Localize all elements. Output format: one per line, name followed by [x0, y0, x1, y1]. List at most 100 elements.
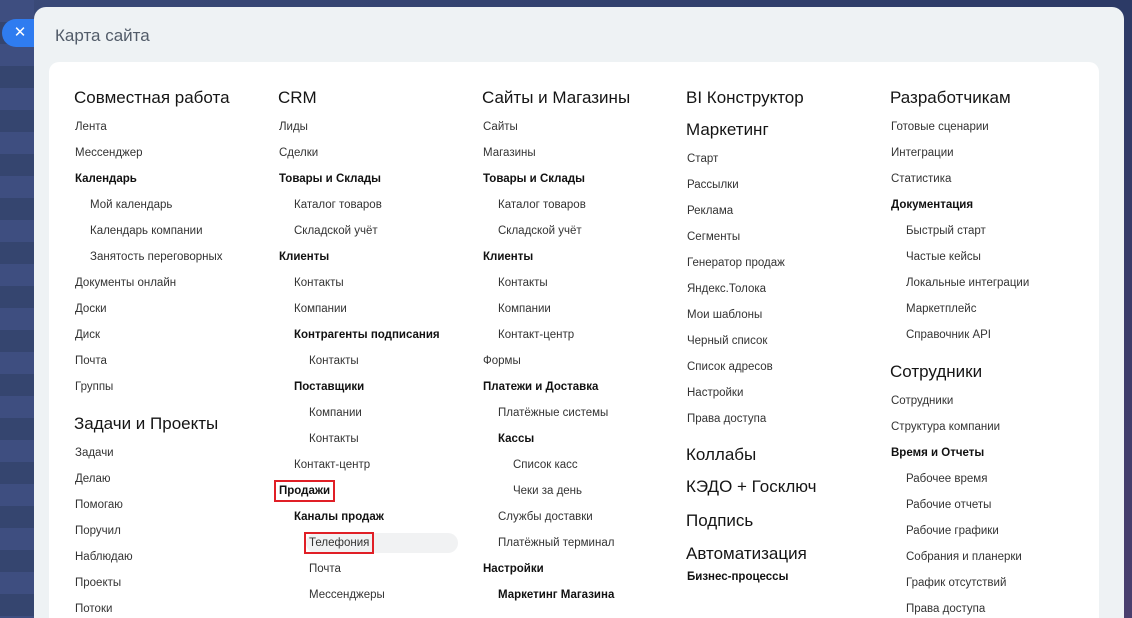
menu-item[interactable]: Занятость переговорных — [74, 244, 274, 270]
menu-item[interactable]: Маркетплейс — [890, 296, 1090, 322]
section-heading[interactable]: Разработчикам — [890, 88, 1090, 108]
section-heading[interactable]: КЭДО + Госключ — [686, 477, 886, 497]
menu-item[interactable]: Доски — [74, 296, 274, 322]
menu-item[interactable]: Собрания и планерки — [890, 544, 1090, 570]
menu-item[interactable]: Структура компании — [890, 414, 1090, 440]
menu-item[interactable]: Мессенджеры — [278, 582, 478, 608]
menu-item[interactable]: Права доступа — [686, 406, 886, 432]
menu-item[interactable]: Контакты — [278, 426, 478, 452]
menu-item[interactable]: Почта — [74, 348, 274, 374]
menu-group[interactable]: Документация — [890, 192, 1090, 218]
menu-item[interactable]: Рассылки — [686, 172, 886, 198]
menu-group[interactable]: Кассы — [482, 426, 682, 452]
menu-group[interactable]: Товары и Склады — [278, 166, 478, 192]
menu-item[interactable]: Делаю — [74, 466, 274, 492]
menu-item[interactable]: Мессенджер — [74, 140, 274, 166]
menu-item[interactable]: Справочник API — [890, 322, 1090, 348]
menu-group[interactable]: Клиенты — [482, 244, 682, 270]
menu-group[interactable]: Каналы продаж — [278, 504, 478, 530]
menu-item[interactable]: Список касс — [482, 452, 682, 478]
menu-item[interactable]: Задачи — [74, 440, 274, 466]
menu-group[interactable]: Время и Отчеты — [890, 440, 1090, 466]
menu-item[interactable]: Права доступа — [890, 596, 1090, 618]
close-icon: ✕ — [13, 24, 27, 41]
menu-group[interactable]: Календарь — [74, 166, 274, 192]
menu-item[interactable]: Почта — [278, 556, 478, 582]
menu-item[interactable]: Генератор продаж — [686, 250, 886, 276]
menu-item[interactable]: Сотрудники — [890, 388, 1090, 414]
menu-group-sales[interactable]: Продажи — [273, 478, 478, 504]
menu-item[interactable]: Лиды — [278, 114, 478, 140]
section-heading[interactable]: Коллабы — [686, 445, 886, 465]
menu-item[interactable]: Помогаю — [74, 492, 274, 518]
menu-item[interactable]: Локальные интеграции — [890, 270, 1090, 296]
menu-group[interactable]: Контрагенты подписания — [278, 322, 478, 348]
menu-item[interactable]: Контакт-центр — [482, 322, 682, 348]
menu-item[interactable]: Контакты — [278, 270, 478, 296]
section-heading[interactable]: BI Конструктор — [686, 88, 886, 108]
menu-item[interactable]: Контакты — [278, 348, 478, 374]
menu-item[interactable]: Магазины — [482, 140, 682, 166]
menu-item[interactable]: Диск — [74, 322, 274, 348]
menu-item[interactable]: Интеграции — [890, 140, 1090, 166]
menu-item[interactable]: Контакты — [482, 270, 682, 296]
menu-item[interactable]: Складской учёт — [278, 218, 478, 244]
section-heading[interactable]: Сотрудники — [890, 362, 1090, 382]
menu-item[interactable]: Чеки за день — [482, 478, 682, 504]
menu-group[interactable]: Товары и Склады — [482, 166, 682, 192]
menu-item[interactable]: Реклама — [686, 198, 886, 224]
menu-item[interactable]: Каталог товаров — [278, 192, 478, 218]
menu-group[interactable]: Бизнес-процессы — [686, 570, 886, 588]
menu-item[interactable]: Каталог товаров — [482, 192, 682, 218]
menu-group[interactable]: Клиенты — [278, 244, 478, 270]
menu-group[interactable]: Маркетинг Магазина — [482, 582, 682, 608]
menu-group[interactable]: Платежи и Доставка — [482, 374, 682, 400]
menu-item[interactable]: Список адресов — [686, 354, 886, 380]
menu-item[interactable]: Мой календарь — [74, 192, 274, 218]
menu-item[interactable]: Статистика — [890, 166, 1090, 192]
menu-item[interactable]: Наблюдаю — [74, 544, 274, 570]
menu-item[interactable]: Проекты — [74, 570, 274, 596]
menu-group[interactable]: Настройки — [482, 556, 682, 582]
menu-item[interactable]: Группы — [74, 374, 274, 400]
menu-item[interactable]: Поручил — [74, 518, 274, 544]
menu-item[interactable]: Настройки — [686, 380, 886, 406]
menu-item[interactable]: Рабочее время — [890, 466, 1090, 492]
close-button[interactable]: ✕ — [2, 19, 36, 47]
menu-item[interactable]: Сегменты — [686, 224, 886, 250]
menu-item[interactable]: Формы — [482, 348, 682, 374]
menu-item[interactable]: Яндекс.Толока — [686, 276, 886, 302]
section-heading[interactable]: Совместная работа — [74, 88, 274, 108]
menu-item[interactable]: Компании — [482, 296, 682, 322]
menu-item[interactable]: Компании — [278, 296, 478, 322]
menu-item[interactable]: Службы доставки — [482, 504, 682, 530]
menu-item[interactable]: Рабочие графики — [890, 518, 1090, 544]
menu-item[interactable]: Лента — [74, 114, 274, 140]
menu-item[interactable]: Сделки — [278, 140, 478, 166]
section-heading[interactable]: Автоматизация — [686, 544, 886, 564]
section-heading[interactable]: Подпись — [686, 511, 886, 531]
menu-item[interactable]: Календарь компании — [74, 218, 274, 244]
menu-item[interactable]: Черный список — [686, 328, 886, 354]
menu-item-telephony[interactable]: Телефония — [278, 530, 478, 556]
menu-item[interactable]: Мои шаблоны — [686, 302, 886, 328]
menu-item[interactable]: Контакт-центр — [278, 452, 478, 478]
menu-item[interactable]: График отсутствий — [890, 570, 1090, 596]
section-heading[interactable]: Сайты и Магазины — [482, 88, 682, 108]
menu-group[interactable]: Поставщики — [278, 374, 478, 400]
menu-item[interactable]: Складской учёт — [482, 218, 682, 244]
section-heading[interactable]: Задачи и Проекты — [74, 414, 274, 434]
menu-item[interactable]: Платёжный терминал — [482, 530, 682, 556]
menu-item[interactable]: Документы онлайн — [74, 270, 274, 296]
menu-item[interactable]: Платёжные системы — [482, 400, 682, 426]
menu-item[interactable]: Частые кейсы — [890, 244, 1090, 270]
section-heading[interactable]: Маркетинг — [686, 120, 886, 140]
menu-item[interactable]: Старт — [686, 146, 886, 172]
menu-item[interactable]: Готовые сценарии — [890, 114, 1090, 140]
menu-item[interactable]: Быстрый старт — [890, 218, 1090, 244]
menu-item[interactable]: Сайты — [482, 114, 682, 140]
menu-item[interactable]: Потоки — [74, 596, 274, 618]
menu-item[interactable]: Рабочие отчеты — [890, 492, 1090, 518]
section-heading[interactable]: CRM — [278, 88, 478, 108]
menu-item[interactable]: Компании — [278, 400, 478, 426]
